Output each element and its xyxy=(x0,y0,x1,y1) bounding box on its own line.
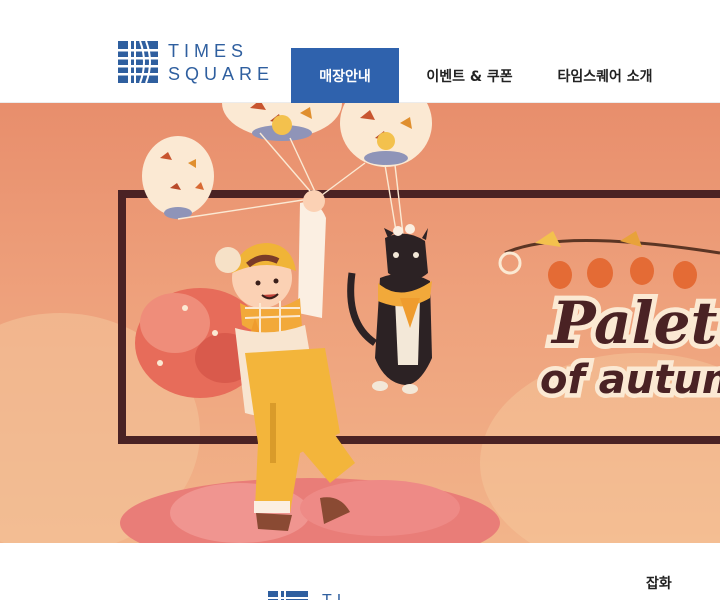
nav-more-cropped[interactable] xyxy=(670,48,720,103)
cat-character-icon xyxy=(347,224,432,394)
site-header: TIMES SQUARE 매장안내 이벤트 & 쿠폰 타임스퀘어 소개 xyxy=(0,0,720,103)
nav-about-timesquare[interactable]: 타임스퀘어 소개 xyxy=(540,48,670,103)
lantern-garland-icon xyxy=(498,231,720,289)
banner-title-line1: Palett xyxy=(550,289,720,357)
balloon-right-icon xyxy=(340,103,432,167)
banner-title-line2: of autum xyxy=(540,357,720,403)
nav-events-coupons[interactable]: 이벤트 & 쿠폰 xyxy=(399,48,540,103)
balloon-left-icon xyxy=(222,103,342,141)
autumn-illustration: Palett Palett of autum of autum xyxy=(0,103,720,543)
store-category: 잡화 xyxy=(646,576,672,592)
store-info-card: TIMES 잡화 xyxy=(118,543,720,600)
card-logo-mark-icon xyxy=(268,591,308,600)
banner-title: Palett Palett of autum of autum xyxy=(536,284,720,408)
nav-store-guide[interactable]: 매장안내 xyxy=(291,48,399,103)
main-nav: 매장안내 이벤트 & 쿠폰 타임스퀘어 소개 xyxy=(291,48,720,103)
logo-text-square: SQUARE xyxy=(168,64,275,84)
hero-banner[interactable]: Palett Palett of autum of autum xyxy=(0,103,720,543)
logo-mark-icon xyxy=(118,41,158,84)
logo-text-times: TIMES xyxy=(168,41,249,61)
balloon-small-icon xyxy=(142,136,214,219)
card-logo: TIMES xyxy=(268,591,342,600)
times-square-logo[interactable]: TIMES SQUARE xyxy=(118,41,269,85)
card-logo-text: TIMES xyxy=(322,592,342,600)
